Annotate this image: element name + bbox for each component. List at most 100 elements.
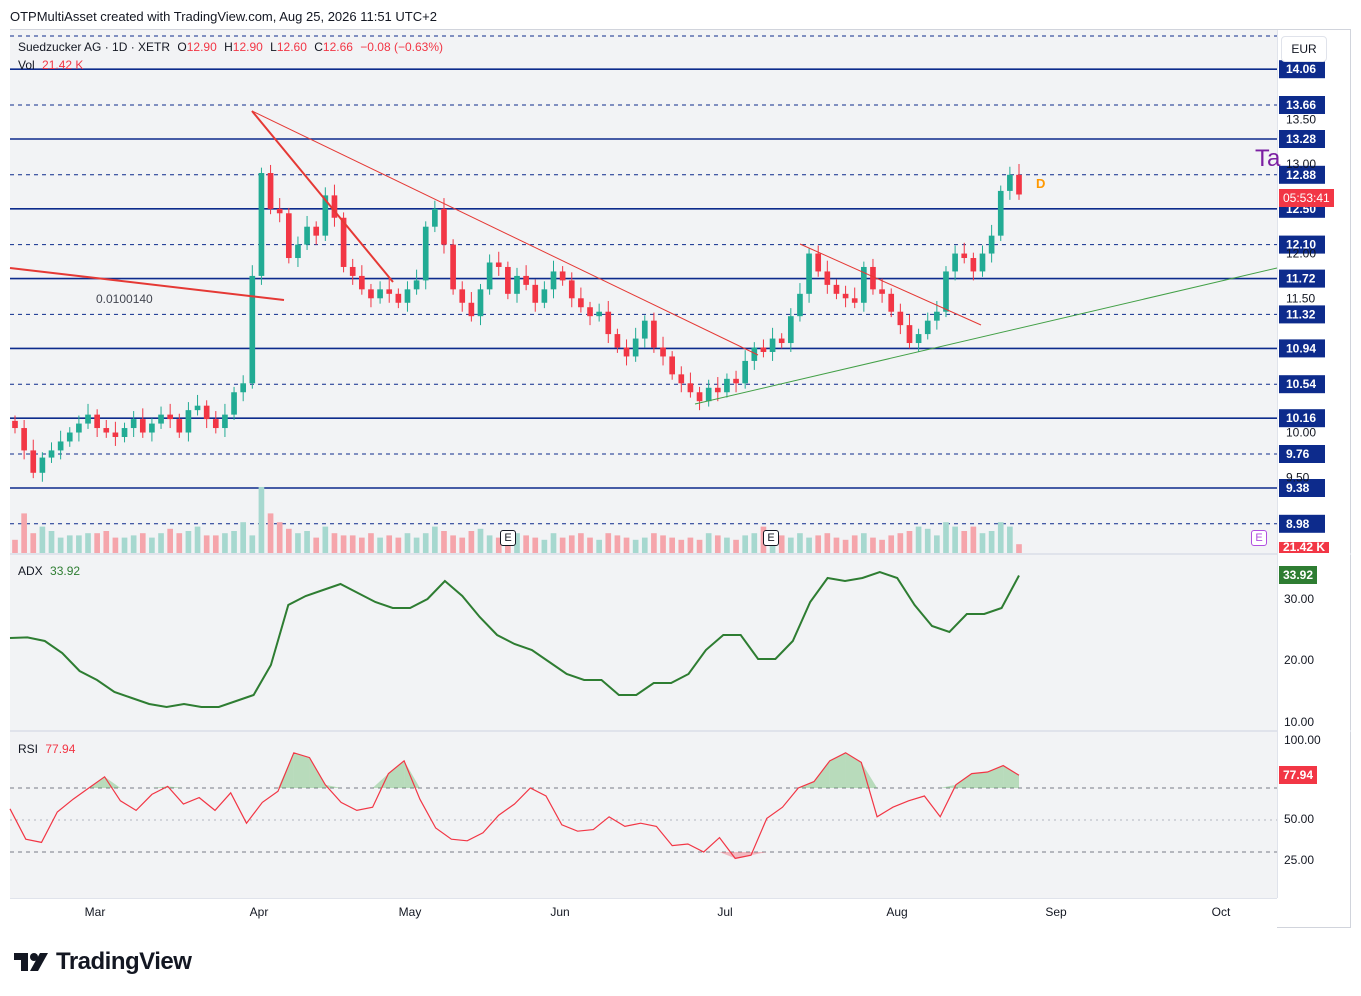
rsi-tick: 50.00 <box>1284 812 1315 826</box>
candle-body <box>386 289 393 294</box>
candle-body <box>924 320 931 335</box>
candle-body <box>368 289 374 299</box>
volume-bar <box>550 533 557 553</box>
candle-body <box>158 414 164 424</box>
candle-body <box>377 289 383 299</box>
candle-body <box>112 432 119 437</box>
volume-bar <box>806 537 812 553</box>
candle-body <box>203 405 210 420</box>
time-axis-label: Mar <box>85 905 106 919</box>
candle-body <box>1016 174 1022 195</box>
earnings-marker[interactable]: E <box>500 530 516 546</box>
volume-bar <box>340 535 347 553</box>
earnings-marker[interactable]: E <box>763 530 779 546</box>
candle-body <box>249 275 256 384</box>
rsi-line <box>9 752 1020 860</box>
change-value: −0.08 (−0.63%) <box>360 40 444 54</box>
rsi-overbought-fill <box>388 760 405 788</box>
candle-body <box>851 298 858 303</box>
rsi-overbought-fill <box>971 772 988 788</box>
cut-off-label: Ta <box>1255 145 1281 172</box>
volume-bar <box>66 535 73 553</box>
volume-label: Vol <box>18 58 35 72</box>
candle-body <box>651 320 657 348</box>
volume-bar <box>988 531 995 553</box>
volume-bar <box>313 537 320 553</box>
volume-bar <box>778 535 785 553</box>
candle-body <box>121 428 128 437</box>
candle-body <box>988 235 995 254</box>
price-tick-label: 12.00 <box>1286 247 1316 261</box>
trendline-annotation: 0.0100140 <box>96 292 153 306</box>
candle-body <box>176 419 183 433</box>
candle-body <box>523 275 529 285</box>
currency-button[interactable]: EUR <box>1281 36 1327 62</box>
volume-bar <box>167 528 173 553</box>
candle-body <box>614 334 621 348</box>
volume-bar <box>568 535 575 553</box>
candle-body <box>970 258 977 272</box>
volume-bar <box>249 535 256 553</box>
volume-legend[interactable]: Vol 21.42 K <box>18 58 83 72</box>
low-value: 12.60 <box>276 40 307 54</box>
volume-bar <box>979 533 986 553</box>
candle-body <box>212 419 219 429</box>
candle-body <box>130 419 137 429</box>
rsi-overbought-fill <box>372 773 389 788</box>
volume-bar <box>377 537 383 553</box>
volume-bar <box>267 513 274 553</box>
countdown-tag: 05:53:41 <box>1279 189 1334 207</box>
volume-bar <box>897 533 904 553</box>
volume-bar <box>359 537 365 553</box>
candle-body <box>103 428 110 433</box>
volume-bar <box>276 522 283 553</box>
volume-bar <box>395 537 402 553</box>
price-tick-label: 13.50 <box>1286 112 1316 126</box>
close-label: C <box>314 40 323 54</box>
rsi-legend[interactable]: RSI 77.94 <box>18 742 75 756</box>
volume-bar <box>696 539 703 553</box>
candle-body <box>21 428 27 451</box>
price-tick-label: 9.50 <box>1286 470 1310 484</box>
rsi-overbought-fill <box>940 784 956 788</box>
volume-bar <box>605 533 612 553</box>
candle-body <box>915 334 922 344</box>
candle-body <box>349 266 356 276</box>
level-price-label: 10.54 <box>1286 377 1316 391</box>
rsi-overbought-fill <box>167 786 184 788</box>
adx-legend[interactable]: ADX 33.92 <box>18 564 80 578</box>
symbol-name[interactable]: Suedzucker AG · 1D · XETR <box>18 40 170 54</box>
volume-bar <box>623 537 630 553</box>
candle-body <box>12 420 18 429</box>
time-axis-label: Sep <box>1045 905 1067 919</box>
volume-bar <box>787 537 794 553</box>
volume-bar <box>879 539 885 553</box>
volume-bar <box>176 533 183 553</box>
volume-bar <box>413 537 420 553</box>
dividend-marker[interactable]: D <box>1036 176 1045 191</box>
volume-bar <box>742 535 749 553</box>
volume-bar <box>924 528 931 553</box>
candle-body <box>222 414 228 429</box>
level-price-label: 13.66 <box>1286 98 1316 112</box>
low-label: L <box>270 40 277 54</box>
candle-body <box>769 338 776 352</box>
volume-bar <box>48 531 55 553</box>
candle-body <box>514 275 520 294</box>
candle-body <box>742 360 749 384</box>
symbol-legend[interactable]: Suedzucker AG · 1D · XETR O12.90 H12.90 … <box>18 40 443 54</box>
adx-line <box>9 570 1020 709</box>
candle-body <box>304 226 310 245</box>
rsi-oversold-fill <box>750 852 767 856</box>
volume-bar <box>687 537 694 553</box>
volume-bar <box>705 533 712 553</box>
volume-bar <box>30 533 37 553</box>
candle-body <box>578 298 584 308</box>
tradingview-logo[interactable]: TradingView <box>14 948 192 976</box>
volume-bar <box>185 531 192 553</box>
volume-bar <box>57 537 64 553</box>
candle-body <box>952 253 958 272</box>
volume-bar <box>1016 544 1022 553</box>
earnings-marker-upcoming[interactable]: E <box>1251 530 1267 546</box>
high-value: 12.90 <box>232 40 263 54</box>
